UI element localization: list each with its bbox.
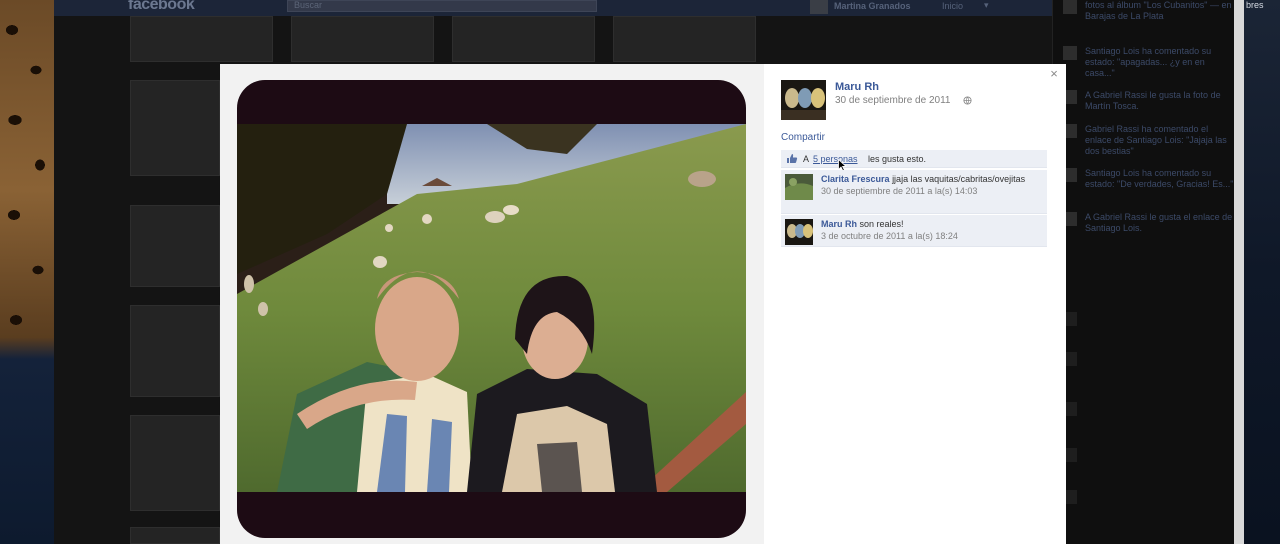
- ticker-avatar: [1063, 46, 1077, 60]
- comment-author-link[interactable]: Clarita Frescura: [821, 174, 890, 184]
- comment-item: Clarita Frescura jjaja las vaquitas/cabr…: [781, 170, 1047, 214]
- comment-body: Maru Rh son reales! 3 de octubre de 2011…: [821, 218, 1043, 242]
- activity-ticker: fotos al álbum "Los Cubanitos" — en Bara…: [1052, 0, 1234, 544]
- desktop-wallpaper-left: [0, 0, 54, 544]
- ticker-text: fotos al álbum "Los Cubanitos" — en Bara…: [1085, 0, 1232, 21]
- comment-body: Clarita Frescura jjaja las vaquitas/cabr…: [821, 173, 1043, 197]
- photo-stage: [220, 64, 764, 544]
- account-menu-icon[interactable]: ▾: [984, 0, 989, 11]
- user-avatar[interactable]: [810, 0, 828, 14]
- owner-name-link[interactable]: Maru Rh: [835, 81, 879, 93]
- photo-image: [237, 124, 746, 492]
- photo-thumbnail[interactable]: [130, 305, 220, 397]
- share-link[interactable]: Compartir: [781, 132, 825, 143]
- search-placeholder: Buscar: [294, 0, 323, 10]
- photo-thumbnail[interactable]: [130, 415, 220, 511]
- ticker-text: A Gabriel Rassi le gusta el enlace de Sa…: [1085, 212, 1233, 233]
- desktop-wallpaper-right: bres: [1234, 0, 1280, 544]
- photo-thumbnail[interactable]: [452, 16, 595, 62]
- likes-prefix: A: [803, 154, 810, 164]
- privacy-globe-icon[interactable]: [963, 96, 972, 105]
- commenter-avatar[interactable]: [785, 219, 813, 245]
- ticker-text: A Gabriel Rassi le gusta la foto de Mart…: [1085, 90, 1221, 111]
- comment-timestamp[interactable]: 30 de septiembre de 2011 a la(s) 14:03: [821, 185, 1043, 197]
- like-thumb-icon: [787, 154, 798, 163]
- photo[interactable]: [237, 80, 746, 538]
- ticker-text: Gabriel Rassi ha comentado el enlace de …: [1085, 124, 1227, 156]
- photo-thumbnail[interactable]: [130, 80, 220, 176]
- window-edge: [1234, 0, 1244, 544]
- likes-suffix: les gusta esto.: [868, 154, 927, 164]
- post-date[interactable]: 30 de septiembre de 2011: [835, 95, 950, 106]
- facebook-logo[interactable]: facebook: [128, 0, 195, 14]
- home-link[interactable]: Inicio: [942, 1, 963, 11]
- close-button[interactable]: ×: [1046, 66, 1062, 82]
- photo-info-panel: × Maru Rh 30 de septiembre de 2011 Compa…: [764, 64, 1066, 544]
- ticker-text: Santiago Lois ha comentado su estado: "D…: [1085, 168, 1234, 189]
- photo-thumbnail[interactable]: [130, 16, 273, 62]
- photo-thumbnail[interactable]: [613, 16, 756, 62]
- comment-text: son reales!: [859, 219, 904, 229]
- ticker-text: Santiago Lois ha comentado su estado: "a…: [1085, 46, 1212, 78]
- user-name-link[interactable]: Martina Granados: [834, 1, 911, 11]
- ticker-avatar: [1063, 0, 1077, 14]
- edge-text: bres: [1246, 0, 1264, 10]
- likes-summary: A 5 personas les gusta esto.: [781, 150, 1047, 172]
- photo-thumbnail[interactable]: [130, 205, 220, 287]
- comment-item: Maru Rh son reales! 3 de octubre de 2011…: [781, 215, 1047, 247]
- search-input[interactable]: Buscar: [287, 0, 597, 12]
- photo-thumbnail[interactable]: [130, 527, 220, 544]
- commenter-avatar[interactable]: [785, 174, 813, 200]
- comment-author-link[interactable]: Maru Rh: [821, 219, 857, 229]
- owner-avatar[interactable]: [781, 80, 826, 120]
- photo-thumbnail[interactable]: [291, 16, 434, 62]
- comment-text: jjaja las vaquitas/cabritas/ovejitas: [892, 174, 1026, 184]
- likers-link[interactable]: 5 personas: [813, 154, 858, 164]
- photo-viewer: × Maru Rh 30 de septiembre de 2011 Compa…: [220, 64, 1066, 544]
- comment-timestamp[interactable]: 3 de octubre de 2011 a la(s) 18:24: [821, 230, 1043, 242]
